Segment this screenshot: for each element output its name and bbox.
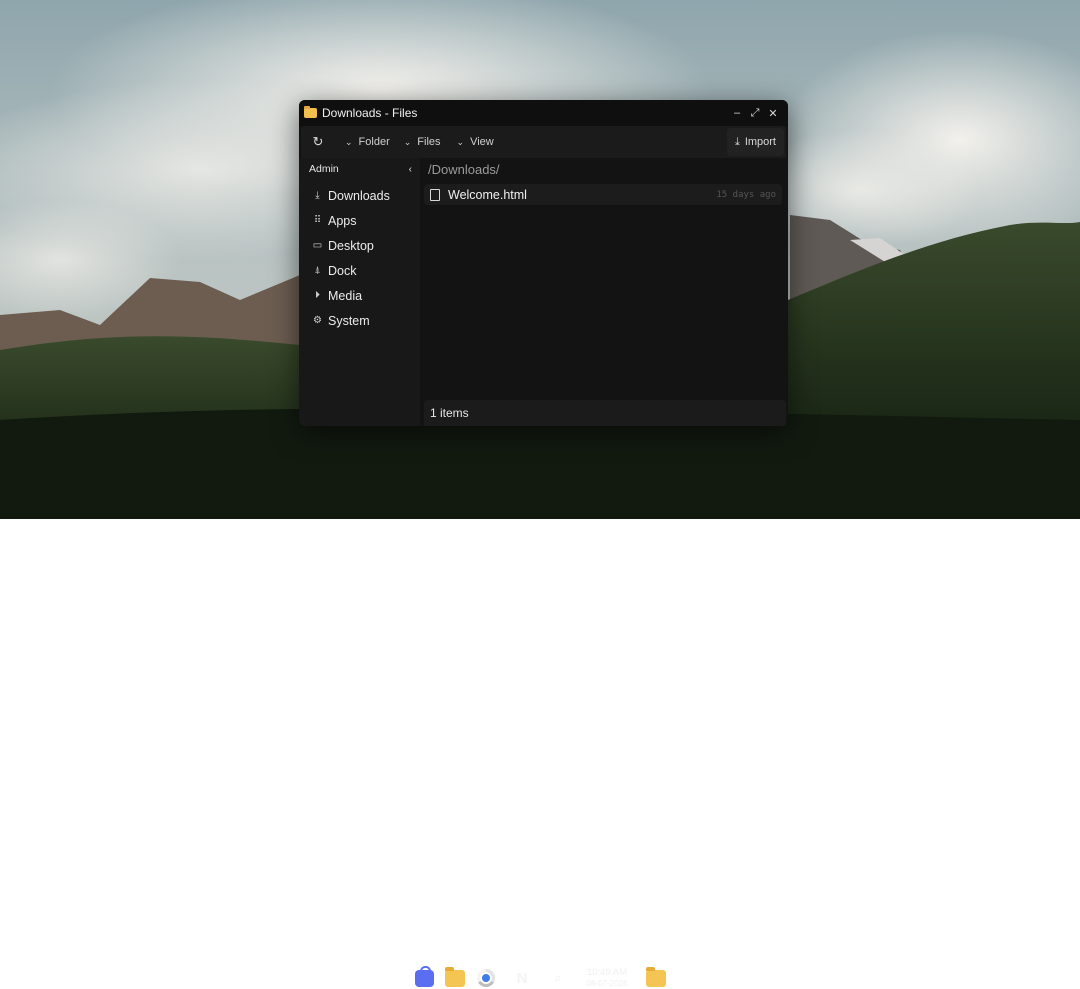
sidebar: Admin ‹ ⤓ Downloads ⠿ Apps ▭ Desktop ⍋ D… — [299, 158, 420, 426]
sidebar-header: Admin ‹ — [299, 158, 420, 180]
chrome-icon — [477, 969, 495, 987]
grid-icon: ⠿ — [313, 215, 322, 226]
file-name: Welcome.html — [448, 187, 527, 202]
download-icon: ⤓ — [315, 190, 320, 201]
folder-menu-button[interactable]: ⌄ Folder — [345, 136, 390, 148]
close-button[interactable]: ✕ — [764, 107, 782, 120]
open-files-window-icon[interactable] — [645, 966, 667, 989]
sidebar-item-label: Dock — [328, 263, 357, 278]
files-window: Downloads - Files – ⤢ ✕ ↻ ⌄ Folder ⌄ Fil… — [299, 100, 788, 426]
toolbar: ↻ ⌄ Folder ⌄ Files ⌄ View ⤓ Import — [301, 126, 786, 158]
view-menu-button[interactable]: ⌄ View — [457, 136, 494, 148]
clock-date: 08-07-2026 — [586, 979, 628, 988]
sidebar-item-label: System — [328, 313, 370, 328]
sidebar-item-system[interactable]: ⚙ System — [299, 308, 420, 333]
file-icon — [430, 188, 440, 201]
sidebar-item-label: Apps — [328, 213, 357, 228]
sidebar-item-label: Media — [328, 288, 363, 303]
dock: N ⌕ 10:49 AM 08-07-2026 — [0, 479, 1080, 988]
files-app-icon[interactable] — [444, 966, 466, 989]
notes-app-icon[interactable]: N — [511, 967, 533, 989]
file-list-pane: /Downloads/ Welcome.html 15 days ago 1 i… — [420, 158, 788, 426]
sidebar-item-downloads[interactable]: ⤓ Downloads — [299, 183, 420, 208]
chevron-down-icon: ⌄ — [456, 136, 465, 147]
clock-time: 10:49 AM — [586, 967, 628, 978]
chevron-down-icon: ⌄ — [403, 136, 412, 147]
shopping-bag-icon — [414, 965, 434, 987]
collapse-sidebar-icon[interactable]: ‹ — [409, 164, 412, 175]
sidebar-item-label: Desktop — [328, 238, 374, 253]
window-body: Admin ‹ ⤓ Downloads ⠿ Apps ▭ Desktop ⍋ D… — [299, 158, 788, 426]
search-icon[interactable]: ⌕ — [547, 967, 569, 989]
browser-app-icon[interactable] — [475, 967, 497, 989]
sidebar-item-media[interactable]: ⏵ Media — [299, 283, 420, 308]
import-label: Import — [744, 136, 776, 148]
item-count: 1 items — [430, 406, 469, 420]
download-icon: ⤓ — [734, 135, 740, 148]
import-button[interactable]: ⤓ Import — [726, 128, 784, 156]
window-titlebar[interactable]: Downloads - Files – ⤢ ✕ — [299, 100, 788, 126]
refresh-icon[interactable]: ↻ — [305, 134, 331, 150]
sidebar-header-label: Admin — [309, 163, 339, 175]
status-bar: 1 items — [424, 400, 786, 426]
rocket-icon: ⍋ — [314, 265, 321, 276]
maximize-button[interactable]: ⤢ — [746, 107, 764, 120]
path-bar[interactable]: /Downloads/ — [420, 158, 788, 180]
store-app-icon[interactable] — [413, 965, 435, 989]
chevron-down-icon: ⌄ — [345, 136, 353, 147]
play-icon: ⏵ — [315, 290, 320, 301]
sidebar-item-desktop[interactable]: ▭ Desktop — [299, 233, 420, 258]
monitor-icon: ▭ — [312, 240, 323, 251]
folder-icon — [304, 106, 317, 118]
folder-icon — [445, 966, 465, 987]
view-menu-label: View — [470, 136, 494, 148]
minimize-button[interactable]: – — [728, 107, 746, 119]
gear-icon: ⚙ — [313, 315, 322, 326]
sidebar-item-label: Downloads — [328, 188, 390, 203]
list-item[interactable]: Welcome.html 15 days ago — [424, 184, 782, 205]
sidebar-item-apps[interactable]: ⠿ Apps — [299, 208, 420, 233]
file-modified: 15 days ago — [716, 189, 776, 200]
window-title: Downloads - Files — [322, 106, 418, 120]
folder-menu-label: Folder — [358, 136, 390, 148]
files-menu-button[interactable]: ⌄ Files — [404, 136, 441, 148]
folder-icon — [646, 966, 666, 987]
sidebar-item-dock[interactable]: ⍋ Dock — [299, 258, 420, 283]
clock[interactable]: 10:49 AM 08-07-2026 — [582, 967, 632, 989]
files-menu-label: Files — [417, 136, 441, 148]
